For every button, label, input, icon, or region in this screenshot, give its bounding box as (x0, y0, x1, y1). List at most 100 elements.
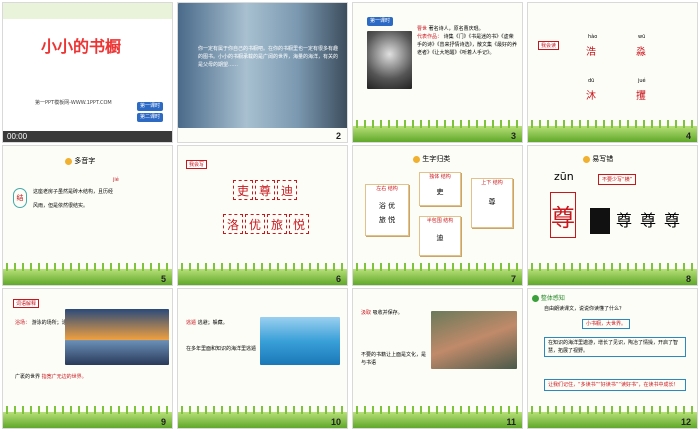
char-row-2: 洛 优 旅 悦 (223, 214, 309, 234)
header-text: 生字归类 (422, 155, 451, 163)
slide-4[interactable]: 我会读 hào wū 浩 淼 dū jué 沐 攫 4 (527, 2, 698, 143)
slide-10[interactable]: 逃遁 逃避；躲藏。 在多年里面和知识的海洋里逃遁 10 (177, 288, 348, 429)
grass-border (528, 263, 697, 285)
slide-1-footer (3, 131, 172, 142)
grass-border (3, 263, 172, 285)
card-label: 左右 结构 (376, 186, 398, 192)
ocean-image (260, 317, 340, 365)
card-chars: 浴 优 旅 悦 (378, 202, 396, 224)
slide-7[interactable]: 生字归类 左右 结构 浴 优 旅 悦 独体 结构 吏 上下 结构 尊 半包围 结… (352, 145, 523, 286)
leaf-icon (532, 295, 539, 302)
vocab-def: 逃避；躲藏。 (197, 320, 228, 326)
write-char: 优 (245, 214, 265, 234)
grass-border (353, 406, 522, 428)
slide-number: 9 (160, 417, 166, 427)
header-text: 易写错 (592, 155, 614, 163)
slide-11[interactable]: 汲取 吸收并保存。 不要的书籍让上面是文化，是与书语 11 (352, 288, 523, 429)
slide-1[interactable]: 小小的书橱 第一PPT模板网-WWW.1PPT.COM 第一课时 第二课时 00… (2, 2, 173, 143)
vocab-term: 广袤的世界 (15, 374, 41, 380)
grass-border (353, 263, 522, 285)
read-tag: 我会读 (538, 41, 560, 50)
vocab-2: 广袤的世界 指宽广无边的世界。 (15, 373, 87, 381)
slide-number: 11 (506, 417, 516, 427)
example-line-2: 风雨，但是依然很结实。 (33, 203, 89, 209)
circled-char: 结 (13, 188, 27, 208)
grass-border (528, 406, 697, 428)
write-char: 旅 (267, 214, 287, 234)
pinyin-3: dū (588, 78, 595, 84)
write-char: 悦 (289, 214, 309, 234)
pinyin-1: hào (588, 34, 598, 40)
answer-2: 在知识的海洋里遨游，增长了见识，陶冶了情操，开启了智慧，拓展了视野。 (544, 337, 686, 357)
slide-number: 10 (330, 417, 341, 427)
slide-grid: 小小的书橱 第一PPT模板网-WWW.1PPT.COM 第一课时 第二课时 00… (0, 0, 700, 431)
lesson-1-button[interactable]: 第一课时 (137, 102, 164, 111)
lesson-2-button[interactable]: 第二课时 (137, 113, 164, 122)
grass-border (3, 406, 172, 428)
calligraphy-variants: 尊 尊 尊 (590, 208, 682, 234)
category-card: 独体 结构 吏 (419, 172, 461, 206)
sunset-pier-image (65, 309, 169, 365)
lesson-1-button[interactable]: 第一课时 (367, 17, 394, 26)
answer-3: 让我们记住，“多读书”“好读书”“读好书”，在读书中成长！ (544, 379, 686, 391)
calligraphy-variant: 尊 (615, 211, 632, 230)
playback-time: 00:00 (7, 132, 28, 141)
write-char: 迪 (277, 180, 297, 200)
pinyin-2: wū (638, 34, 646, 40)
slide-12[interactable]: 整体感知 自由朗读课文，说说你读懂了什么？ 小书橱，大世界。 在知识的海洋里遨游… (527, 288, 698, 429)
header-text: 整体感知 (540, 295, 565, 302)
category-card: 半包围 结构 迪 (419, 216, 461, 256)
slide-number: 2 (335, 131, 341, 141)
slide-3[interactable]: 第一课时 曹世 著名诗人，原名曹庆琨。 代表作品： 诗集《门》《书是迷的书》《虚… (352, 2, 523, 143)
card-chars: 迪 (436, 234, 444, 242)
author-name: 曹世 (417, 26, 428, 32)
char-2: 淼 (636, 47, 646, 58)
example-line-1: 这座老房子虽然是砖木结构，且历经 (33, 189, 114, 195)
answer-1: 小书橱，大世界。 (582, 319, 631, 329)
char-row-1: 吏 尊 迪 (233, 180, 297, 200)
pinyin-zun: zūn (554, 170, 574, 183)
category-card: 上下 结构 尊 (471, 178, 513, 228)
vocab-tag: 词语解释 (13, 299, 40, 308)
slide-2[interactable]: 你一定有属于你自己的书橱吧。在你的书橱里也一定有很多有趣的图书。小小的书橱承载的… (177, 2, 348, 143)
slide-5[interactable]: 多音字 jié 结 这座老房子虽然是砖木结构，且历经 风雨，但是依然很结实。 5 (2, 145, 173, 286)
village-image (431, 311, 517, 369)
card-label: 半包围 结构 (426, 218, 454, 224)
slide-1-title: 小小的书橱 (41, 37, 122, 56)
card-label: 独体 结构 (429, 174, 451, 180)
slide-9[interactable]: 词语解释 浴场： 游泳的场所；泳场。 广袤的世界 指宽广无边的世界。 9 (2, 288, 173, 429)
card-label: 上下 结构 (481, 180, 503, 186)
slide-8[interactable]: 易写错 zūn 不要少写“横” 尊 尊 尊 尊 8 (527, 145, 698, 286)
works-label: 代表作品： (417, 34, 443, 40)
write-char: 尊 (255, 180, 275, 200)
slide-12-header: 整体感知 (532, 293, 565, 302)
slide-7-header: 生字归类 (413, 154, 450, 164)
vocab-1: 汲取 吸收并保存。 (361, 309, 429, 317)
slide-number: 8 (685, 274, 691, 284)
emoji-icon (583, 155, 590, 163)
slide-number: 12 (680, 417, 691, 427)
write-char: 吏 (233, 180, 253, 200)
slide-number: 7 (510, 274, 516, 284)
emoji-icon (65, 157, 72, 165)
pinyin-4: jué (638, 78, 646, 84)
question-text: 自由朗读课文，说说你读懂了什么？ (544, 306, 625, 312)
emoji-icon (413, 155, 420, 163)
char-1: 浩 (586, 47, 596, 58)
vocab-sentence: 在多年里面和知识的海洋里逃遁 (186, 346, 257, 352)
vocab-term: 逃遁 (186, 320, 197, 326)
slide-2-text: 你一定有属于你自己的书橱吧。在你的书橱里也一定有很多有趣的图书。小小的书橱承载的… (198, 46, 339, 68)
header-text: 多音字 (74, 157, 96, 165)
focus-char: 尊 (550, 192, 576, 238)
grass-border (178, 263, 347, 285)
write-tag: 我会写 (186, 160, 208, 169)
grass-border (178, 406, 347, 428)
card-chars: 吏 (436, 188, 444, 196)
slide-6[interactable]: 我会写 吏 尊 迪 洛 优 旅 悦 6 (177, 145, 348, 286)
author-portrait (367, 31, 412, 89)
vocab-def: 指宽广无边的世界。 (41, 374, 87, 380)
slide-number: 5 (160, 274, 166, 284)
calligraphy-variant: 尊 (639, 211, 656, 230)
vocab-sentence: 不要的书籍让上面是文化，是与书语 (361, 352, 427, 366)
pinyin-jie: jié (113, 177, 119, 183)
